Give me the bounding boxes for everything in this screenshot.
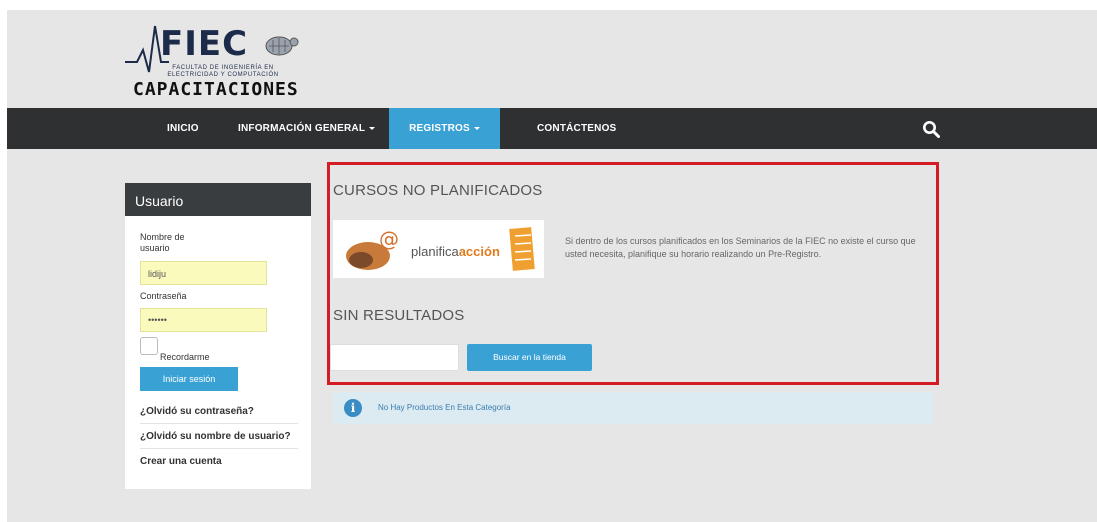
info-message: No Hay Productos En Esta Categoría: [378, 403, 511, 412]
store-search-input[interactable]: [330, 344, 459, 371]
logo-subtitle: FACULTAD DE INGENIERÍA EN ELECTRICIDAD Y…: [163, 65, 283, 79]
divider: [140, 448, 298, 449]
password-field[interactable]: ••••••: [140, 308, 267, 332]
turtle-icon: [265, 36, 299, 56]
nav-item-inicio[interactable]: INICIO: [167, 108, 199, 149]
logo-subtitle-line-2: ELECTRICIDAD Y COMPUTACIÓN: [167, 72, 279, 78]
page-background: FIEC FACULTAD DE INGENIERÍA EN ELECTRICI…: [7, 10, 1097, 522]
caret-down-icon: [473, 126, 480, 130]
planificaccion-banner[interactable]: @ planificaacción: [333, 220, 544, 278]
site-logo[interactable]: FIEC FACULTAD DE INGENIERÍA EN ELECTRICI…: [125, 20, 305, 102]
svg-text:@: @: [379, 227, 399, 251]
nav-item-contactenos[interactable]: CONTÁCTENOS: [537, 108, 616, 149]
info-icon: i: [344, 399, 362, 417]
unplanned-courses-description: Si dentro de los cursos planificados en …: [565, 236, 916, 259]
caret-down-icon: [369, 126, 376, 130]
remember-checkbox[interactable]: [140, 337, 158, 355]
login-button[interactable]: Iniciar sesión: [140, 367, 238, 391]
search-store-button[interactable]: Buscar en la tienda: [467, 344, 592, 371]
username-label: Nombre de usuario: [140, 232, 185, 254]
username-label-line-1: Nombre de: [140, 232, 185, 242]
nav-item-informacion-general[interactable]: INFORMACIÓN GENERAL: [238, 108, 376, 149]
login-panel: Usuario Nombre de usuario lidiju Contras…: [125, 183, 311, 489]
logo-title: FIEC: [160, 24, 249, 64]
logo-caption: CAPACITACIONES: [133, 79, 299, 100]
main-navbar: INICIO INFORMACIÓN GENERAL REGISTROS CON…: [7, 108, 1097, 149]
section-title-unplanned-courses: CURSOS NO PLANIFICADOS: [333, 182, 543, 199]
nav-item-label: INFORMACIÓN GENERAL: [238, 123, 366, 134]
forgot-password-link[interactable]: ¿Olvidó su contraseña?: [140, 406, 298, 418]
section-title-no-results: SIN RESULTADOS: [333, 307, 465, 324]
wordmark-part-a: planifica: [411, 244, 459, 259]
password-label: Contraseña: [140, 291, 187, 301]
divider: [140, 423, 298, 424]
info-alert: i No Hay Productos En Esta Categoría: [333, 392, 933, 424]
logo-subtitle-line-1: FACULTAD DE INGENIERÍA EN: [172, 65, 274, 71]
nav-item-label: REGISTROS: [409, 123, 470, 134]
username-label-line-2: usuario: [140, 243, 170, 253]
nav-item-label: INICIO: [167, 123, 199, 134]
create-account-link[interactable]: Crear una cuenta: [140, 456, 298, 468]
wordmark-part-b: acción: [458, 244, 500, 259]
remember-label: Recordarme: [160, 352, 210, 362]
forgot-username-link[interactable]: ¿Olvidó su nombre de usuario?: [140, 431, 298, 443]
nav-item-registros[interactable]: REGISTROS: [389, 108, 500, 149]
planificaccion-wordmark: planificaacción: [411, 244, 500, 259]
search-icon[interactable]: [922, 120, 940, 138]
login-panel-title: Usuario: [125, 183, 311, 216]
username-field[interactable]: lidiju: [140, 261, 267, 285]
nav-item-label: CONTÁCTENOS: [537, 123, 617, 134]
